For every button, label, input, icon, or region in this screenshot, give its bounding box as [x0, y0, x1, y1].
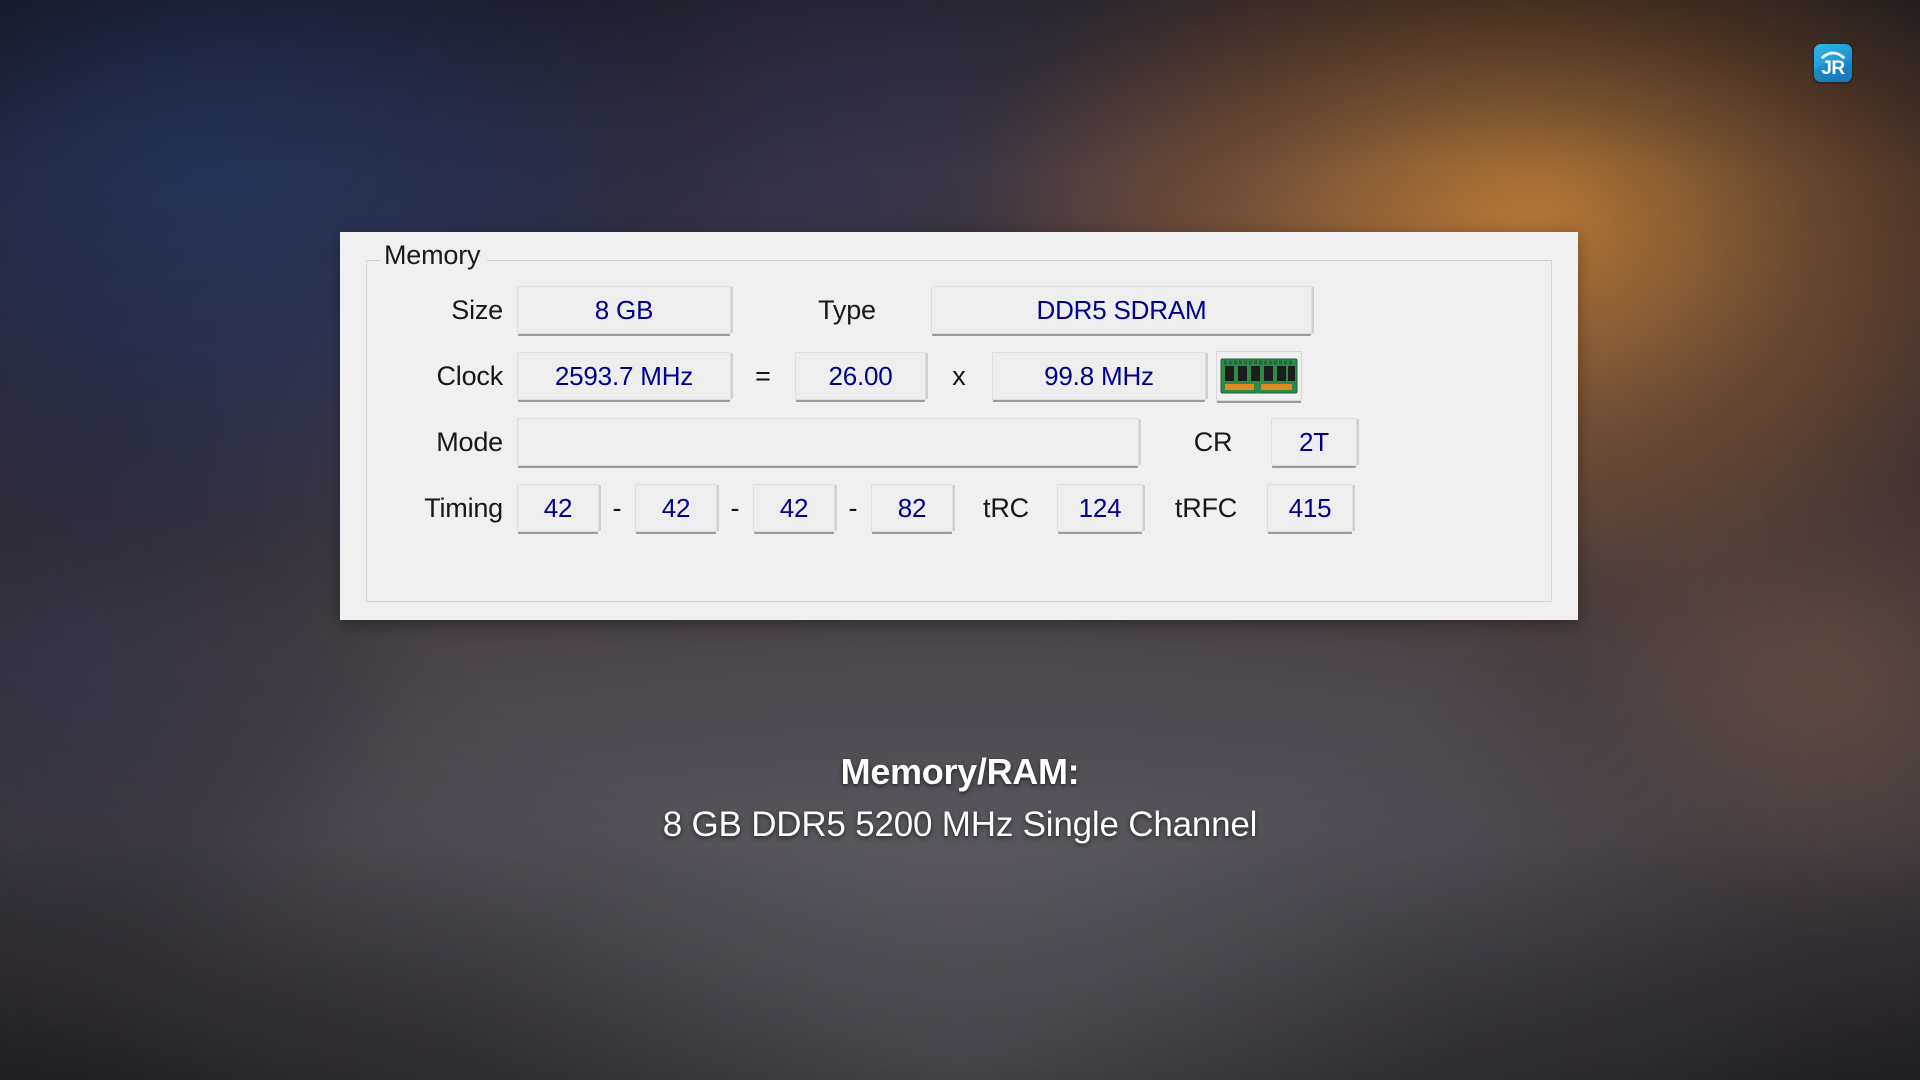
trfc-value: 415: [1267, 484, 1353, 532]
size-label: Size: [451, 294, 503, 325]
trc-value: 124: [1057, 484, 1143, 532]
row-size-type: Size 8 GB Type DDR5 SDRAM: [367, 283, 1551, 337]
jr-watermark-logo: JR: [1814, 44, 1852, 82]
clock-value: 2593.7 MHz: [517, 352, 731, 400]
clock-multiplier-value: 26.00: [795, 352, 926, 400]
cr-label: CR: [1193, 426, 1233, 457]
caption-subtitle: 8 GB DDR5 5200 MHz Single Channel: [662, 804, 1258, 844]
timing-label: Timing: [424, 492, 503, 523]
base-clock-value: 99.8 MHz: [992, 352, 1206, 400]
timing-separator-1: -: [612, 492, 622, 523]
timing-tras-value: 82: [871, 484, 953, 532]
timing-trcd-value: 42: [635, 484, 717, 532]
timing-trp-value: 42: [753, 484, 835, 532]
cpuz-memory-panel: Memory Size 8 GB Type DDR5 SDRAM Clock 2…: [340, 232, 1578, 620]
caption-block: Memory/RAM: 8 GB DDR5 5200 MHz Single Ch…: [0, 748, 1920, 848]
groupbox-legend: Memory: [380, 242, 488, 269]
caption-title: Memory/RAM:: [840, 751, 1080, 792]
trc-label: tRC: [983, 492, 1029, 523]
mode-label: Mode: [436, 426, 503, 457]
row-timing: Timing 42 - 42 - 42 - 82 tRC 124 tRFC 41…: [367, 481, 1551, 535]
clock-label: Clock: [436, 360, 503, 391]
timing-separator-3: -: [848, 492, 858, 523]
type-label: Type: [818, 294, 876, 325]
size-value: 8 GB: [517, 286, 731, 334]
timing-separator-2: -: [730, 492, 740, 523]
row-mode-cr: Mode CR 2T: [367, 415, 1551, 469]
times-sign: x: [952, 360, 966, 391]
desktop-background: JR Memory Size 8 GB Type DDR5 SDRAM Cloc…: [0, 0, 1920, 1080]
row-clock: Clock 2593.7 MHz = 26.00 x 99.8 MHz: [367, 349, 1551, 403]
mode-value: [517, 418, 1139, 466]
trfc-label: tRFC: [1174, 492, 1238, 523]
memory-groupbox: Memory Size 8 GB Type DDR5 SDRAM Clock 2…: [366, 242, 1552, 602]
svg-text:JR: JR: [1821, 58, 1845, 79]
timing-cl-value: 42: [517, 484, 599, 532]
memory-module-icon: [1216, 351, 1302, 401]
cr-value: 2T: [1271, 418, 1357, 466]
equals-sign: =: [755, 360, 771, 391]
type-value: DDR5 SDRAM: [931, 286, 1312, 334]
